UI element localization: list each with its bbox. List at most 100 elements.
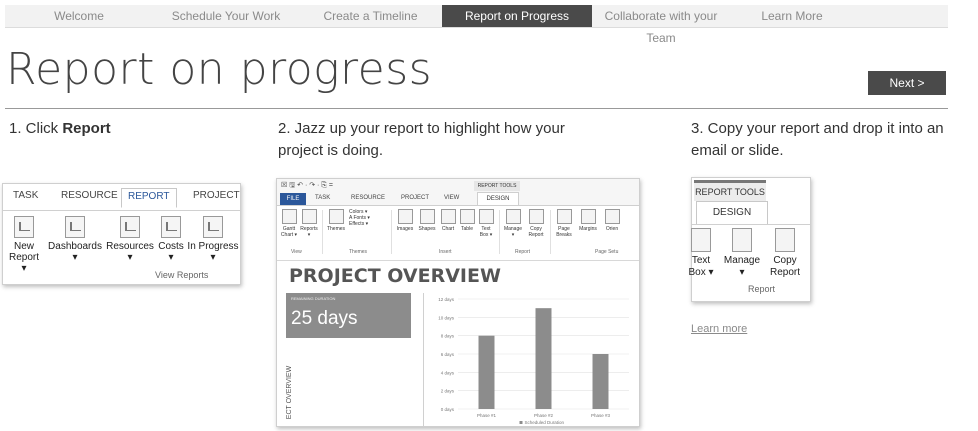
dashboards-icon: [65, 216, 85, 238]
rb-label: Shapes: [418, 226, 436, 232]
design-tab: DESIGN: [696, 201, 768, 225]
chart-y-tick-label: 12 days: [438, 297, 455, 302]
chart-y-tick-label: 8 days: [441, 334, 455, 339]
tab-design: DESIGN: [477, 192, 519, 205]
tab-schedule-your-work[interactable]: Schedule Your Work: [153, 5, 299, 27]
step-3-line1: 3. Copy your report and drop it into an: [691, 120, 944, 137]
rb-label: Box ▾: [479, 232, 493, 238]
rb-label: Chart ▾: [280, 232, 298, 238]
report-group-label: Report: [748, 284, 776, 294]
ribbon-tabs: TASK RESOURCE REPORT PROJECT: [3, 188, 240, 211]
step-3-caption: 3. Copy your report and drop it into an …: [691, 118, 944, 162]
learn-more-link[interactable]: Learn more: [691, 323, 747, 335]
button-label: ▾: [210, 252, 216, 263]
project-overview-screenshot: ☒ 🖫 ↶ · ↷ · ⎘ = REPORT TOOLS FILE TASK R…: [276, 178, 640, 427]
duration-chart: 0 days 2 days 4 days 6 days 8 days 10 days 12 …: [423, 293, 634, 426]
shapes-button: Shapes: [417, 209, 437, 232]
step-2-line2: project is doing.: [278, 142, 384, 159]
page-breaks-button: Page Breaks: [554, 209, 574, 238]
next-button[interactable]: Next >: [868, 71, 946, 95]
group-themes-label: Themes: [349, 249, 368, 255]
vertical-overview-label: ECT OVERVIEW: [286, 365, 294, 420]
chart-icon: [440, 209, 456, 224]
button-label: Dashboards: [48, 241, 102, 252]
manage-button: Manage ▾: [502, 209, 524, 238]
new-report-button: New Report ▾: [7, 216, 41, 274]
button-label: Resources: [106, 241, 154, 252]
chart-x-tick-label: Phase #3: [591, 413, 611, 418]
button-label: Report: [769, 267, 800, 278]
tab-welcome[interactable]: Welcome: [5, 5, 153, 27]
in-progress-icon: [203, 216, 223, 238]
chart-bar: [592, 354, 609, 409]
resources-button: Resources ▾: [104, 216, 156, 263]
button-label: Manage: [723, 255, 761, 266]
step-2-line1: 2. Jazz up your report to highlight how …: [278, 120, 565, 137]
reports-icon: [301, 209, 317, 224]
group-separator: [550, 210, 551, 254]
button-label: ▾: [127, 252, 133, 263]
rb-label: Chart: [441, 226, 455, 232]
chart-y-tick-label: 10 days: [438, 315, 455, 320]
chart-legend-label: Scheduled Duration: [525, 420, 565, 425]
table-icon: [459, 209, 475, 224]
rb-label: Themes: [326, 226, 346, 232]
table-button: Table: [458, 209, 476, 232]
group-separator: [322, 210, 323, 254]
in-progress-button: In Progress ▾: [187, 216, 239, 263]
button-label: Costs: [158, 241, 184, 252]
report-tools-label: REPORT TOOLS: [474, 181, 520, 191]
images-button: Images: [395, 209, 415, 232]
group-view-label: View: [291, 249, 302, 255]
themes-icon: [328, 209, 344, 224]
ribbon-tab-resource: RESOURCE: [61, 190, 118, 201]
copy-report-icon: [528, 209, 544, 224]
rb-label: Table: [461, 226, 473, 232]
step-1-bold: Report: [62, 120, 111, 137]
button-label: ▾: [72, 252, 78, 263]
ribbon-tab-project: PROJECT: [193, 190, 240, 201]
text-box-button: Text Box ▾: [688, 228, 714, 279]
resources-icon: [120, 216, 140, 238]
tab-view: VIEW: [444, 195, 460, 201]
rb-label: Margins: [579, 226, 597, 232]
rb-label: Images: [396, 226, 414, 232]
chart-button: Chart: [439, 209, 457, 232]
button-label: Text: [691, 255, 711, 266]
themes-button: Themes: [326, 209, 346, 232]
rb-label: Orien: [605, 226, 619, 232]
duration-chart-svg: 0 days 2 days 4 days 6 days 8 days 10 days 12 …: [438, 297, 629, 425]
orientation-icon: [604, 209, 620, 224]
tab-report-on-progress[interactable]: Report on Progress: [442, 5, 592, 27]
tab-collaborate-with-your-team[interactable]: Collaborate with your Team: [592, 5, 730, 45]
manage-button: Manage ▾: [722, 228, 762, 279]
button-label: Copy: [773, 255, 797, 266]
gantt-chart-icon: [281, 209, 297, 224]
text-box-button: Text Box ▾: [477, 209, 495, 238]
tab-create-a-timeline[interactable]: Create a Timeline: [299, 5, 442, 27]
manage-icon: [505, 209, 521, 224]
quick-access-toolbar: ☒ 🖫 ↶ · ↷ · ⎘ =: [277, 179, 639, 193]
step-3-line2: email or slide.: [691, 142, 784, 159]
quick-access-icons: ☒ 🖫 ↶ · ↷ · ⎘ =: [281, 182, 333, 189]
tab-task: TASK: [315, 195, 331, 201]
copy-report-icon: [775, 228, 795, 252]
chart-bar: [478, 335, 495, 409]
rb-label: ▾: [307, 232, 311, 238]
top-navigation: Welcome Schedule Your Work Create a Time…: [5, 5, 948, 45]
gantt-chart-button: Gantt Chart ▾: [280, 209, 298, 238]
step-1-caption: 1. Click Report: [9, 118, 111, 140]
step-1-text: 1. Click: [9, 120, 63, 137]
chart-x-tick-label: Phase #1: [477, 413, 497, 418]
chart-bar: [535, 308, 552, 409]
dashboards-button: Dashboards ▾: [47, 216, 103, 263]
colors-fonts-buttons: Colors ▾ A Fonts ▾ Effects ▾: [349, 209, 383, 227]
reports-button: Reports ▾: [299, 209, 319, 238]
group-report-label: Report: [515, 249, 531, 255]
copy-report-button: Copy Report: [765, 228, 805, 279]
text-box-icon: [478, 209, 494, 224]
costs-icon: [161, 216, 181, 238]
costs-button: Costs ▾: [156, 216, 186, 263]
tab-learn-more[interactable]: Learn More: [730, 5, 854, 27]
chart-x-tick-label: Phase #2: [534, 413, 554, 418]
